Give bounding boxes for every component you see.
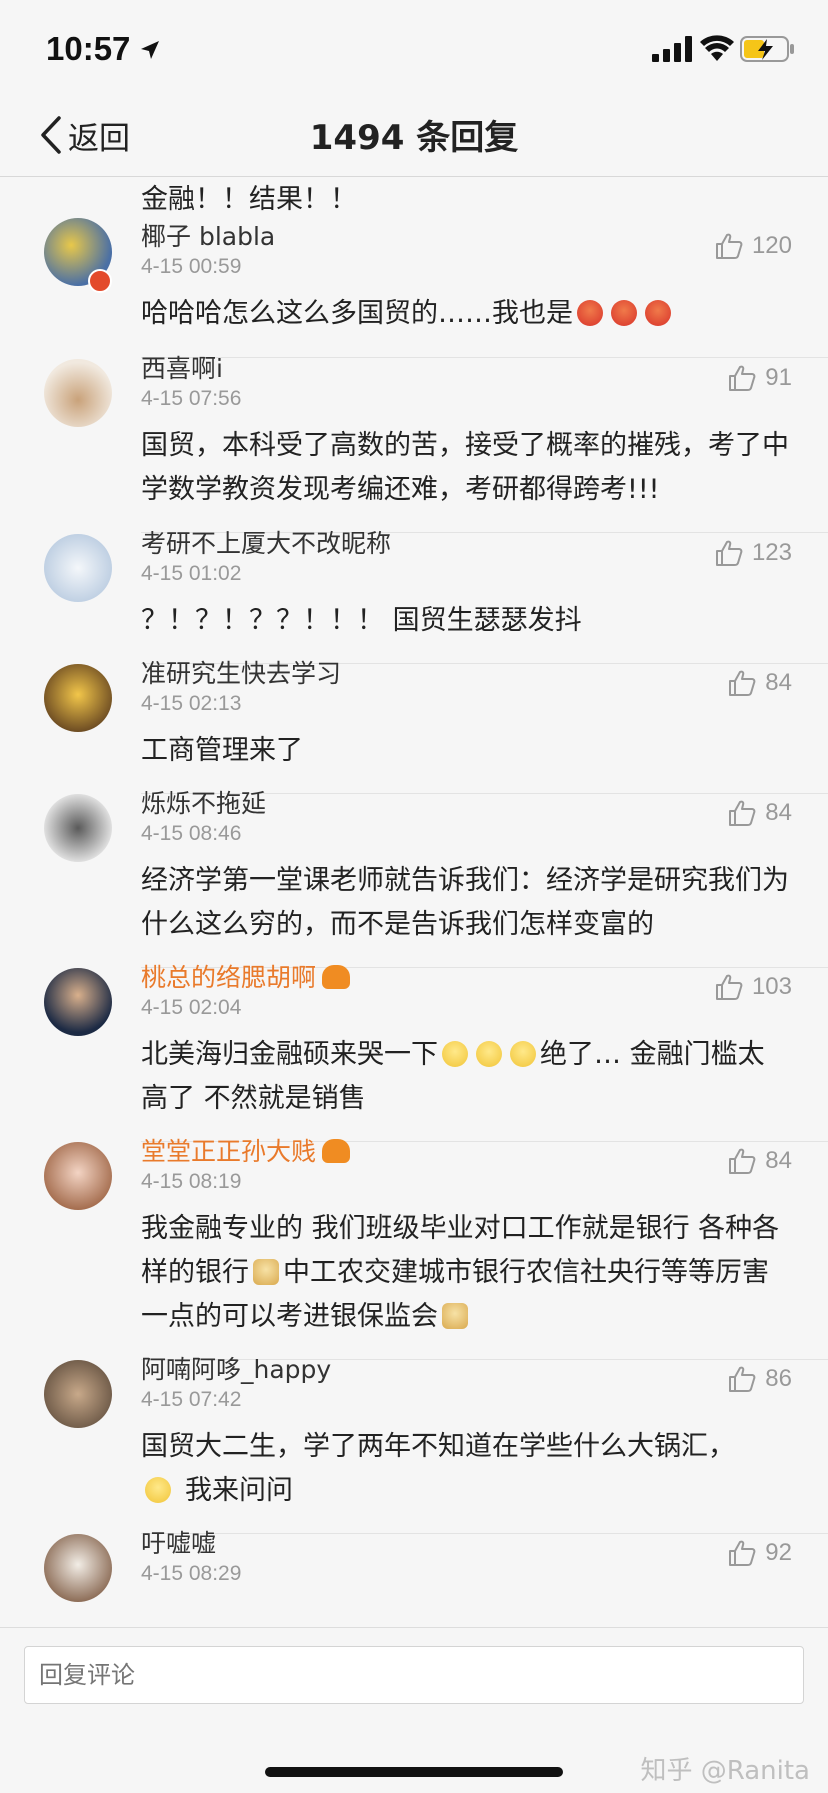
home-indicator[interactable] <box>265 1767 563 1777</box>
comment-date: 4-15 08:46 <box>141 822 242 845</box>
location-arrow-icon <box>141 41 159 59</box>
thumbs-up-icon <box>729 1366 756 1392</box>
thumbs-up-icon <box>729 365 756 391</box>
comment-username[interactable]: 烁烁不拖延 <box>141 784 266 820</box>
like-count: 120 <box>751 232 792 259</box>
thinking-emoji-icon <box>476 1041 502 1067</box>
status-bar: 10:57 <box>0 0 828 96</box>
comment-text: 国贸大二生，学了两年不知道在学些什么大锅汇， 我来问问 <box>141 1425 791 1513</box>
comment-username[interactable]: 考研不上厦大不改昵称 <box>141 524 391 560</box>
thinking-emoji-icon <box>510 1041 536 1067</box>
comment-text: 工商管理来了 <box>141 735 303 766</box>
cellular-signal-icon <box>652 36 692 62</box>
comment-username[interactable]: 准研究生快去学习 <box>141 654 341 690</box>
like-count: 84 <box>765 669 792 696</box>
like-count: 123 <box>751 539 792 566</box>
username-text: 堂堂正正孙大贱 <box>141 1137 317 1166</box>
comment-date: 4-15 01:02 <box>141 562 242 585</box>
comment-date: 4-15 07:56 <box>141 387 242 410</box>
comment-date: 4-15 08:29 <box>141 1562 242 1585</box>
verified-badge-icon <box>88 269 112 293</box>
comment-text-part: 我来问问 <box>185 1475 293 1506</box>
doge-emoji-icon <box>442 1303 468 1329</box>
vip-crown-icon <box>322 965 351 989</box>
thumbs-up-icon <box>729 670 756 696</box>
comment-text: 北美海归金融硕来哭一下 绝了… 金融门槛太高了 不然就是销售 <box>141 1033 791 1121</box>
comment-text-part: 北美海归金融硕来哭一下 <box>141 1039 438 1070</box>
avatar[interactable] <box>44 1534 112 1602</box>
comment-username[interactable]: 阿喃阿哆_happy <box>141 1350 331 1386</box>
comment-username[interactable]: 椰子 blabla <box>141 217 275 253</box>
like-button[interactable]: 123 <box>714 536 792 570</box>
divider <box>141 357 828 358</box>
comment-username[interactable]: 吁嘘嘘 <box>141 1524 216 1560</box>
comment-text: 经济学第一堂课老师就告诉我们：经济学是研究我们为什么这么穷的，而不是告诉我们怎样… <box>141 865 789 940</box>
comment-date: 4-15 00:59 <box>141 255 242 278</box>
like-count: 91 <box>765 364 792 391</box>
doge-emoji-icon <box>253 1259 279 1285</box>
comment-date: 4-15 02:13 <box>141 692 242 715</box>
wifi-icon <box>700 35 734 61</box>
partial-comment-text: 金融！！结果！！ <box>141 184 357 215</box>
reply-input[interactable] <box>24 1646 804 1704</box>
comment-text: 我金融专业的 我们班级毕业对口工作就是银行 各种各样的银行 中工农交建城市银行农信… <box>141 1207 791 1339</box>
like-button[interactable]: 120 <box>714 229 792 263</box>
comment-date: 4-15 02:04 <box>141 996 242 1019</box>
avatar[interactable] <box>44 1360 112 1428</box>
divider <box>141 1533 828 1534</box>
like-count: 84 <box>765 1147 792 1174</box>
like-button[interactable]: 84 <box>727 666 792 700</box>
like-button[interactable]: 92 <box>727 1536 792 1570</box>
comment-text: 哈哈哈怎么这么多国贸的……我也是 <box>141 292 791 336</box>
comment-text-content: 哈哈哈怎么这么多国贸的……我也是 <box>141 298 573 329</box>
comment-list[interactable]: 金融！！结果！！ 椰子 blabla 4-15 00:59 120 哈哈哈怎么这… <box>0 177 828 1627</box>
comment-username[interactable]: 桃总的络腮胡啊 <box>141 958 351 994</box>
avatar[interactable] <box>44 359 112 427</box>
page-title: 1494 条回复 <box>309 118 519 158</box>
comment-date: 4-15 08:19 <box>141 1170 242 1193</box>
thumbs-up-icon <box>729 1148 756 1174</box>
thinking-emoji-icon <box>442 1041 468 1067</box>
watermark: 知乎 @Ranita <box>640 1756 810 1786</box>
like-count: 84 <box>765 799 792 826</box>
like-button[interactable]: 86 <box>727 1362 792 1396</box>
thumbs-up-icon <box>715 540 743 566</box>
avatar[interactable] <box>44 1142 112 1210</box>
username-text: 桃总的络腮胡啊 <box>141 963 317 992</box>
battery-charging-icon <box>740 36 794 62</box>
like-count: 103 <box>751 973 792 1000</box>
thumbs-up-icon <box>729 800 756 826</box>
angry-emoji-icon <box>577 300 603 326</box>
like-button[interactable]: 103 <box>714 970 792 1004</box>
like-button[interactable]: 91 <box>727 361 792 395</box>
avatar[interactable] <box>44 968 112 1036</box>
comment-username[interactable]: 堂堂正正孙大贱 <box>141 1132 351 1168</box>
angry-emoji-icon <box>645 300 671 326</box>
vip-crown-icon <box>322 1139 351 1163</box>
avatar[interactable] <box>44 664 112 732</box>
comment-date: 4-15 07:42 <box>141 1388 242 1411</box>
thumbs-up-icon <box>715 233 743 259</box>
comment-text: ？！？！？？！！！ 国贸生瑟瑟发抖 <box>141 605 582 636</box>
comment-username[interactable]: 西喜啊i <box>141 349 223 385</box>
like-count: 86 <box>765 1365 792 1392</box>
comment-text: 国贸，本科受了高数的苦，接受了概率的摧残，考了中学数学教资发现考编还难，考研都得… <box>141 430 789 505</box>
nav-bar: 返回 1494 条回复 <box>0 96 828 176</box>
like-button[interactable]: 84 <box>727 796 792 830</box>
like-count: 92 <box>765 1539 792 1566</box>
like-button[interactable]: 84 <box>727 1144 792 1178</box>
avatar[interactable] <box>44 794 112 862</box>
status-time: 10:57 <box>46 30 131 67</box>
angry-emoji-icon <box>611 300 637 326</box>
smile-emoji-icon <box>145 1477 171 1503</box>
avatar[interactable] <box>44 534 112 602</box>
thumbs-up-icon <box>729 1540 756 1566</box>
comment-text-part: 国贸大二生，学了两年不知道在学些什么大锅汇， <box>141 1431 735 1462</box>
thumbs-up-icon <box>715 974 743 1000</box>
